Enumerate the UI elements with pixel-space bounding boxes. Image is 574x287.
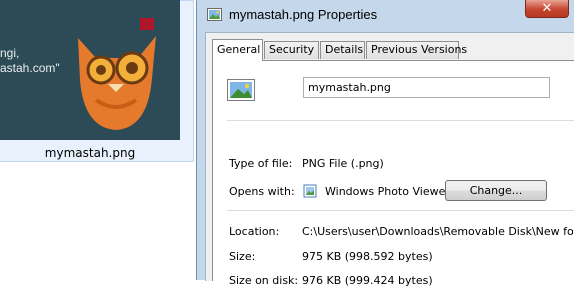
change-button[interactable]: Change... bbox=[445, 180, 547, 201]
type-of-file-value: PNG File (.png) bbox=[302, 157, 384, 170]
png-file-icon bbox=[227, 79, 255, 101]
opens-with-label: Opens with: bbox=[229, 185, 295, 198]
opens-with-value: Windows Photo Viewer bbox=[325, 185, 450, 198]
thumbnail-caption: ngi, astah.com" bbox=[0, 46, 60, 75]
location-label: Location: bbox=[229, 225, 280, 238]
size-on-disk-label: Size on disk: bbox=[229, 274, 299, 287]
file-thumbnail[interactable]: ngi, astah.com" bbox=[0, 0, 180, 140]
size-on-disk-value: 976 KB (999.424 bytes) bbox=[302, 274, 433, 287]
separator bbox=[227, 120, 574, 121]
close-button[interactable]: ✕ bbox=[525, 0, 569, 18]
dialog-title: mymastah.png Properties bbox=[229, 7, 378, 22]
explorer-pane: ngi, astah.com" mymastah.png bbox=[0, 0, 196, 280]
size-value: 975 KB (998.592 bytes) bbox=[302, 250, 433, 263]
image-file-icon bbox=[207, 8, 222, 21]
general-tab-panel: Type of file: PNG File (.png) Opens with… bbox=[212, 60, 574, 287]
type-of-file-label: Type of file: bbox=[229, 157, 293, 170]
tab-security[interactable]: Security bbox=[264, 41, 319, 59]
location-value: C:\Users\user\Downloads\Removable Disk\N… bbox=[302, 225, 574, 238]
file-name-field[interactable] bbox=[303, 77, 550, 98]
file-name-label[interactable]: mymastah.png bbox=[0, 146, 180, 160]
dialog-client-area: General Security Details Previous Versio… bbox=[205, 32, 574, 287]
owl-mascot-icon bbox=[78, 18, 156, 130]
separator bbox=[227, 210, 574, 211]
properties-dialog: mymastah.png Properties ✕ General Securi… bbox=[196, 0, 574, 287]
tab-previous-versions[interactable]: Previous Versions bbox=[366, 41, 467, 59]
title-bar[interactable]: mymastah.png Properties ✕ bbox=[197, 0, 574, 32]
tab-details[interactable]: Details bbox=[320, 41, 365, 59]
size-label: Size: bbox=[229, 250, 256, 263]
tab-general[interactable]: General bbox=[212, 39, 263, 61]
photo-viewer-icon bbox=[303, 184, 317, 198]
